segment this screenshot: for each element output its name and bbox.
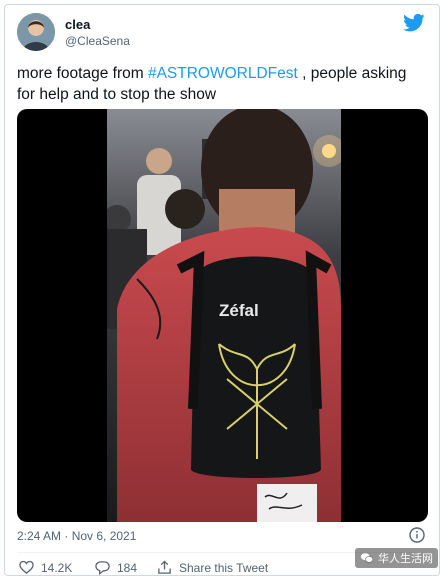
watermark: 华人生活网 (355, 548, 438, 568)
video-still: Zéfal (107, 109, 341, 522)
reply-count: 184 (117, 560, 138, 575)
share-icon (158, 560, 171, 574)
like-count: 14.2K (41, 560, 73, 575)
wechat-icon (360, 553, 374, 563)
reply-button[interactable]: 184 (95, 560, 137, 575)
video-frame: Zéfal (107, 109, 341, 522)
tweet-card: clea @CleaSena more footage from #ASTROW… (4, 4, 440, 576)
tweet-timestamp[interactable]: 2:24 AM · Nov 6, 2021 (17, 529, 136, 543)
share-button[interactable]: Share this Tweet (157, 560, 268, 575)
like-button[interactable]: 14.2K (19, 560, 72, 575)
hashtag-link[interactable]: #ASTROWORLDFest (148, 65, 298, 82)
author-handle[interactable]: @CleaSena (65, 34, 130, 48)
tweet-text: more footage from #ASTROWORLDFest , peop… (17, 63, 427, 105)
watermark-text: 华人生活网 (378, 553, 433, 565)
video-player[interactable]: Zéfal (17, 109, 428, 522)
avatar[interactable] (17, 13, 55, 51)
reply-icon (95, 561, 110, 575)
heart-icon (19, 560, 34, 574)
twitter-bird-icon[interactable] (403, 13, 425, 33)
share-label: Share this Tweet (179, 560, 269, 575)
author-display-name[interactable]: clea (65, 17, 90, 32)
backpack-brand-label: Zéfal (219, 301, 259, 320)
tweet-text-before: more footage from (17, 65, 148, 82)
info-icon[interactable] (409, 527, 425, 543)
